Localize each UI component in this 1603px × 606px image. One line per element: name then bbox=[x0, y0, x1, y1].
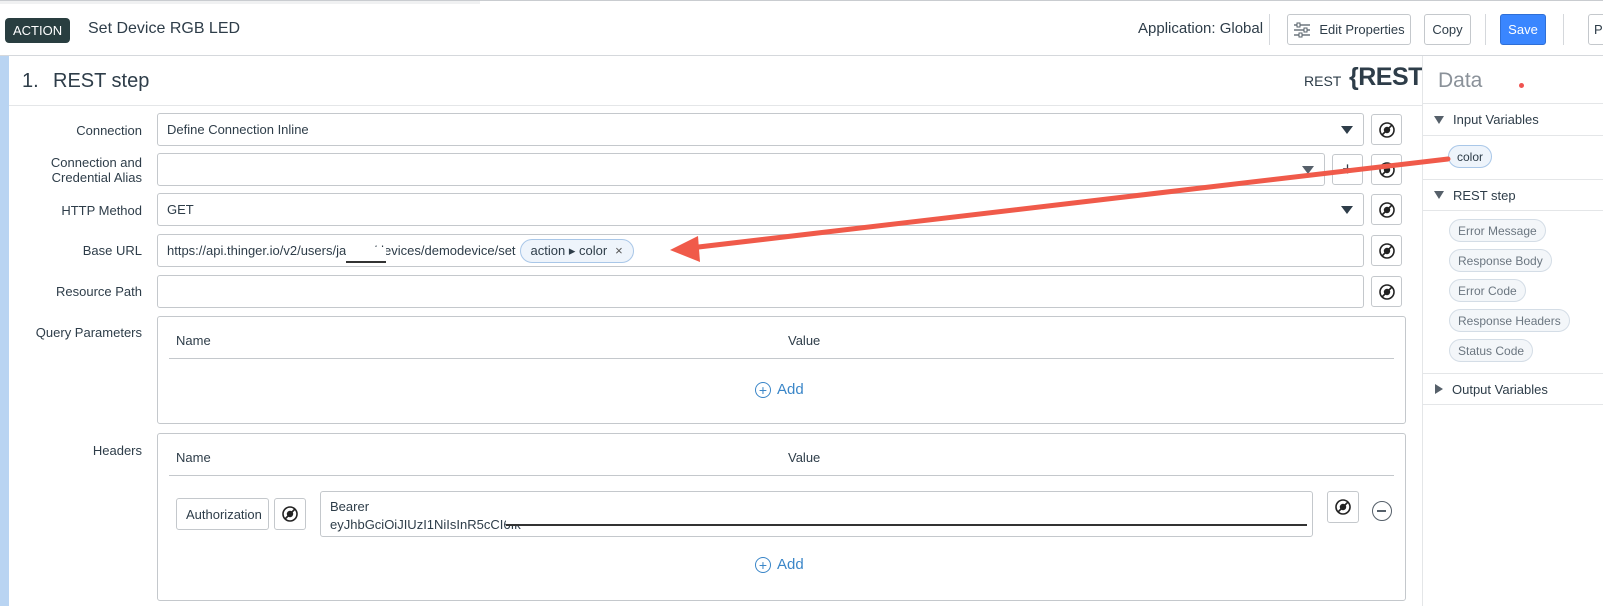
chevron-down-icon bbox=[1302, 166, 1314, 174]
section-label: Output Variables bbox=[1452, 381, 1548, 397]
data-panel-title: Data bbox=[1438, 69, 1483, 92]
chevron-down-icon bbox=[1341, 206, 1353, 214]
add-alias-button[interactable]: + bbox=[1332, 154, 1363, 185]
divider bbox=[1269, 14, 1270, 45]
data-pill-picker-button[interactable] bbox=[1371, 194, 1402, 225]
data-pill-icon bbox=[1378, 242, 1395, 259]
data-pill-response-body[interactable]: Response Body bbox=[1449, 249, 1552, 272]
caret-down-icon bbox=[1434, 191, 1444, 199]
plus-circle-icon: + bbox=[755, 556, 771, 573]
chip-label: action ▸ color bbox=[530, 242, 608, 258]
save-button[interactable]: Save bbox=[1500, 14, 1546, 45]
connection-value: Define Connection Inline bbox=[167, 122, 309, 137]
data-pill-icon bbox=[282, 506, 298, 522]
alias-select[interactable] bbox=[157, 153, 1325, 186]
data-pill-error-code[interactable]: Error Code bbox=[1449, 279, 1526, 302]
connection-select[interactable]: Define Connection Inline bbox=[157, 113, 1364, 146]
input-variables-section[interactable]: Input Variables bbox=[1423, 104, 1603, 136]
tab-strip bbox=[0, 1, 480, 4]
resource-path-input[interactable] bbox=[157, 275, 1364, 308]
resource-path-label: Resource Path bbox=[56, 284, 142, 299]
alias-label: Connection and Credential Alias bbox=[50, 155, 142, 185]
notification-dot bbox=[1519, 83, 1524, 88]
redaction-box bbox=[506, 510, 1307, 526]
data-pill-picker-button[interactable] bbox=[1371, 276, 1402, 307]
column-header-value: Value bbox=[788, 450, 821, 465]
add-header-button[interactable]: + Add bbox=[755, 556, 804, 573]
data-pill-chip[interactable]: action ▸ color × bbox=[519, 238, 634, 263]
data-pill-icon bbox=[1335, 499, 1351, 515]
plus-circle-icon: + bbox=[755, 381, 771, 398]
data-panel-header: Data bbox=[1423, 56, 1603, 104]
caret-right-icon bbox=[1435, 384, 1443, 394]
column-header-name: Name bbox=[176, 450, 211, 465]
sliders-icon bbox=[1294, 22, 1311, 37]
rest-logo: {REST} bbox=[1349, 63, 1433, 91]
section-label: Input Variables bbox=[1453, 112, 1539, 127]
step-number: 1. bbox=[22, 70, 39, 92]
data-pill-picker-button[interactable] bbox=[1371, 235, 1402, 266]
publish-button[interactable]: P bbox=[1588, 14, 1603, 45]
divider bbox=[1485, 14, 1486, 45]
data-panel: Data Input Variables color REST step Err… bbox=[1422, 56, 1603, 606]
step-name: REST step bbox=[53, 70, 150, 92]
redaction-box bbox=[346, 247, 386, 263]
application-label: Application: Global bbox=[1138, 20, 1264, 37]
base-url-prefix: https://api.thinger.io/v2/users/jas bbox=[167, 243, 353, 258]
chevron-down-icon bbox=[1341, 126, 1353, 134]
header-name-value: Authorization bbox=[186, 506, 262, 522]
query-parameters-label: Query Parameters bbox=[35, 325, 142, 340]
header-name-input[interactable]: Authorization bbox=[176, 498, 269, 530]
divider bbox=[169, 358, 1394, 359]
rest-step-section[interactable]: REST step bbox=[1423, 179, 1603, 211]
data-pill-color[interactable]: color bbox=[1448, 145, 1493, 168]
data-pill-picker-button[interactable] bbox=[1327, 491, 1359, 523]
divider bbox=[1563, 14, 1564, 45]
action-title: Set Device RGB LED bbox=[88, 20, 241, 37]
query-parameters-table: Name Value + Add bbox=[157, 316, 1406, 424]
action-badge: ACTION bbox=[5, 18, 71, 43]
headers-label: Headers bbox=[92, 443, 142, 458]
data-pill-error-message[interactable]: Error Message bbox=[1449, 219, 1546, 242]
column-header-value: Value bbox=[788, 333, 821, 348]
data-pill-icon bbox=[1378, 201, 1395, 218]
data-pill-response-headers[interactable]: Response Headers bbox=[1449, 309, 1570, 332]
connection-label: Connection bbox=[76, 123, 142, 138]
top-bar: ACTION Set Device RGB LED Application: G… bbox=[0, 0, 1603, 56]
base-url-label: Base URL bbox=[82, 243, 142, 258]
section-label: REST step bbox=[1453, 187, 1516, 203]
step-type: REST bbox=[1304, 73, 1342, 89]
data-pill-status-code[interactable]: Status Code bbox=[1449, 339, 1534, 362]
add-label: Add bbox=[777, 556, 804, 573]
data-pill-icon bbox=[1378, 161, 1395, 178]
base-url-input[interactable]: https://api.thinger.io/v2/users/jas ee/d… bbox=[157, 234, 1364, 267]
data-pill-picker-button[interactable] bbox=[1371, 114, 1402, 145]
divider bbox=[169, 475, 1394, 476]
edit-properties-label: Edit Properties bbox=[1319, 22, 1405, 37]
close-icon[interactable]: × bbox=[615, 243, 623, 258]
data-pill-icon bbox=[1378, 283, 1395, 300]
copy-button[interactable]: Copy bbox=[1424, 14, 1471, 45]
add-label: Add bbox=[777, 381, 804, 398]
step-header: 1. REST step REST {REST} bbox=[9, 56, 1433, 106]
headers-table: Name Value Authorization Bearer eyJhbGci… bbox=[157, 433, 1406, 601]
caret-down-icon bbox=[1434, 115, 1444, 124]
remove-row-icon[interactable] bbox=[1372, 501, 1392, 521]
http-method-label: HTTP Method bbox=[61, 203, 142, 218]
output-variables-section[interactable]: Output Variables bbox=[1423, 373, 1603, 405]
http-method-select[interactable]: GET bbox=[157, 193, 1364, 226]
data-pill-picker-button[interactable] bbox=[274, 498, 306, 530]
edit-properties-button[interactable]: Edit Properties bbox=[1287, 14, 1411, 45]
http-method-value: GET bbox=[167, 202, 194, 217]
add-query-parameter-button[interactable]: + Add bbox=[755, 381, 804, 398]
data-pill-picker-button[interactable] bbox=[1371, 154, 1402, 185]
column-header-name: Name bbox=[176, 333, 211, 348]
data-pill-icon bbox=[1378, 121, 1395, 138]
